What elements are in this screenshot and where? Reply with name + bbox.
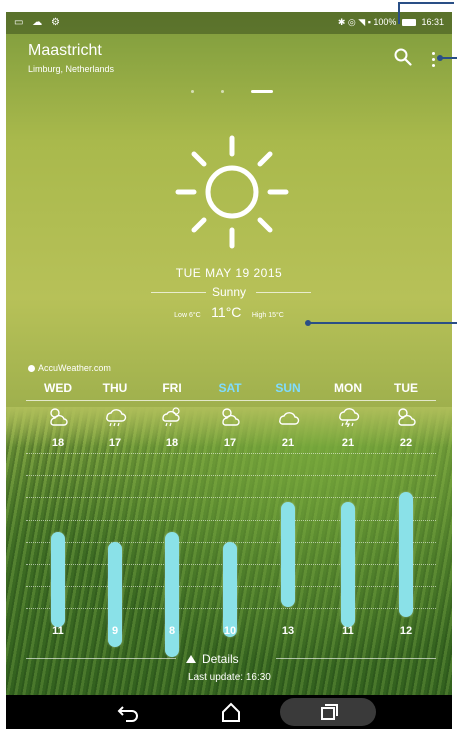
expand-up-icon — [186, 655, 196, 663]
forecast-low-temp: 8 — [168, 625, 176, 637]
forecast-day-sat[interactable]: SAT — [205, 381, 255, 395]
forecast-high-temp: 17 — [108, 437, 122, 449]
forecast-header-divider — [26, 400, 436, 401]
sunny-icon — [175, 135, 289, 249]
bluetooth-wifi-icons: ✱ ◎ ◥ ▪ — [337, 17, 371, 27]
status-bar: ▭ ☁ ⚙ ✱ ◎ ◥ ▪ 100% 16:31 — [6, 12, 452, 34]
details-button[interactable]: Details — [186, 652, 239, 666]
status-right: ✱ ◎ ◥ ▪ 100% 16:31 — [338, 17, 444, 28]
forecast-day-wed[interactable]: WED — [33, 381, 83, 395]
forecast-high-temp: 22 — [399, 437, 413, 449]
forecast-high-temp: 21 — [341, 437, 355, 449]
sun-cloud-rain-icon — [162, 407, 180, 427]
forecast-high-temp: 17 — [223, 437, 237, 449]
forecast-low-temp: 11 — [342, 625, 354, 637]
current-date: TUE MAY 19 2015 — [175, 266, 283, 280]
divider — [256, 292, 311, 293]
partly-sunny-icon — [222, 408, 240, 426]
forecast-day-sun[interactable]: SUN — [263, 381, 313, 395]
status-left-icons: ▭ ☁ ⚙ — [14, 17, 63, 28]
grid-line — [26, 475, 436, 476]
page-dot — [221, 90, 224, 93]
temperature-range-bar — [341, 502, 355, 627]
accuweather-logo-icon — [28, 365, 35, 372]
forecast-day-fri[interactable]: FRI — [147, 381, 197, 395]
forecast-low-temp: 10 — [223, 625, 237, 637]
divider — [276, 658, 436, 659]
partly-sunny-icon — [50, 408, 68, 426]
temperature-range-bar — [165, 532, 179, 657]
rain-cloud-icon — [106, 409, 127, 427]
forecast-low-temp: 12 — [399, 625, 413, 637]
current-temperatures: Low 6°C 11°C High 15°C — [106, 304, 352, 322]
current-condition: Sunny — [211, 285, 247, 299]
clock: 16:31 — [421, 17, 444, 27]
city-name[interactable]: Maastricht — [28, 42, 102, 60]
search-icon[interactable] — [394, 48, 412, 66]
page-indicator — [191, 90, 281, 96]
forecast-day-tue[interactable]: TUE — [381, 381, 431, 395]
grid-line — [26, 520, 436, 521]
region-name: Limburg, Netherlands — [28, 64, 115, 74]
forecast-high-temp: 18 — [51, 437, 65, 449]
provider-name: AccuWeather.com — [38, 363, 111, 373]
thunderstorm-icon — [339, 408, 360, 427]
callout-line — [308, 322, 457, 324]
page-dot — [191, 90, 194, 93]
home-icon[interactable] — [216, 699, 246, 725]
forecast-high-temp: 18 — [165, 437, 179, 449]
forecast-day-mon[interactable]: MON — [323, 381, 373, 395]
details-label: Details — [202, 652, 239, 666]
forecast-low-temp: 13 — [281, 625, 295, 637]
provider-link[interactable]: AccuWeather.com — [28, 363, 111, 373]
back-icon[interactable] — [114, 699, 144, 725]
page-dot-active — [251, 90, 273, 93]
weather-app-screen: ▭ ☁ ⚙ ✱ ◎ ◥ ▪ 100% 16:31 Maastricht Limb… — [6, 12, 452, 729]
battery-percent: 100% — [373, 17, 397, 27]
callout-dot — [437, 55, 443, 61]
callout-line — [398, 2, 454, 4]
navigation-bar — [6, 695, 452, 729]
current-temp: 11°C — [211, 304, 242, 320]
temperature-range-bar — [281, 502, 295, 607]
grid-line — [26, 453, 436, 454]
temperature-range-bar — [51, 532, 65, 627]
forecast-low-temp: 11 — [52, 625, 64, 637]
temperature-range-bar — [399, 492, 413, 617]
battery-icon — [401, 19, 416, 26]
forecast-high-temp: 21 — [281, 437, 295, 449]
cloud-icon — [279, 412, 300, 425]
forecast-day-thu[interactable]: THU — [90, 381, 140, 395]
last-update: Last update: 16:30 — [188, 672, 271, 683]
callout-line — [398, 2, 400, 24]
grid-line — [26, 497, 436, 498]
high-temp: High 15°C — [251, 312, 284, 319]
recent-apps-icon[interactable] — [314, 699, 344, 725]
temperature-range-bar — [223, 542, 237, 637]
forecast-low-temp: 9 — [111, 625, 119, 637]
divider — [26, 658, 176, 659]
low-temp: Low 6°C — [174, 312, 201, 319]
partly-sunny-icon — [398, 408, 416, 426]
callout-dot — [305, 320, 311, 326]
